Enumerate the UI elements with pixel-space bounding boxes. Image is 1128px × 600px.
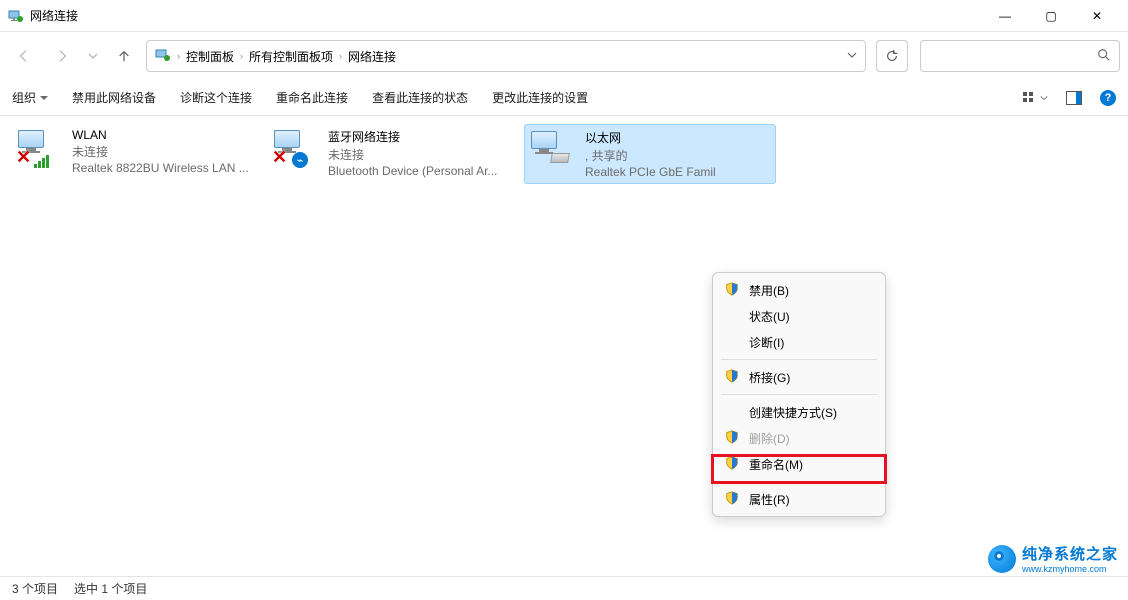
window-title: 网络连接 — [30, 7, 982, 24]
separator — [721, 394, 877, 395]
connection-item-wlan[interactable]: ✕ WLAN 未连接 Realtek 8822BU Wireless LAN .… — [12, 124, 264, 179]
address-dropdown-icon[interactable] — [847, 49, 857, 63]
titlebar: 网络连接 — ▢ ✕ — [0, 0, 1128, 32]
chevron-right-icon: › — [240, 51, 243, 61]
shield-icon — [725, 491, 741, 507]
watermark: 纯净系统之家 www.kzmyhome.com — [988, 543, 1118, 574]
connection-device: Realtek 8822BU Wireless LAN ... — [72, 161, 249, 175]
chevron-right-icon: › — [177, 51, 180, 61]
preview-pane-button[interactable] — [1066, 91, 1082, 105]
ethernet-icon — [529, 129, 577, 171]
shield-icon — [725, 430, 741, 446]
recent-dropdown[interactable] — [84, 40, 102, 72]
shield-icon — [725, 456, 741, 472]
ctx-properties[interactable]: 属性(R) — [713, 486, 885, 512]
window-icon — [8, 8, 24, 24]
window-controls: — ▢ ✕ — [982, 1, 1120, 31]
watermark-url: www.kzmyhome.com — [1022, 564, 1118, 574]
shield-icon — [725, 369, 741, 385]
refresh-button[interactable] — [876, 40, 908, 72]
connections-pane: ✕ WLAN 未连接 Realtek 8822BU Wireless LAN .… — [0, 116, 1128, 576]
address-icon — [155, 47, 171, 66]
item-count: 3 个项目 — [12, 580, 58, 597]
ctx-delete: 删除(D) — [713, 425, 885, 451]
rename-button[interactable]: 重命名此连接 — [276, 89, 348, 106]
breadcrumb-leaf[interactable]: 网络连接 — [348, 48, 396, 65]
view-status-button[interactable]: 查看此连接的状态 — [372, 89, 468, 106]
separator — [721, 481, 877, 482]
context-menu: 禁用(B) 状态(U) 诊断(I) 桥接(G) 创建快捷方式(S) 删除(D) … — [712, 272, 886, 517]
help-button[interactable]: ? — [1100, 90, 1116, 106]
connection-item-ethernet[interactable]: 以太网 , 共享的 Realtek PCIe GbE Famil — [524, 124, 776, 184]
maximize-button[interactable]: ▢ — [1028, 1, 1074, 31]
selected-count: 选中 1 个项目 — [74, 580, 147, 597]
shield-icon — [725, 282, 741, 298]
connection-device: Realtek PCIe GbE Famil — [585, 165, 716, 179]
organize-menu[interactable]: 组织 — [12, 89, 48, 106]
up-button[interactable] — [108, 40, 140, 72]
close-button[interactable]: ✕ — [1074, 1, 1120, 31]
connection-status: 未连接 — [72, 143, 249, 160]
connection-status: 未连接 — [328, 146, 497, 163]
ctx-shortcut[interactable]: 创建快捷方式(S) — [713, 399, 885, 425]
watermark-text: 纯净系统之家 — [1022, 543, 1118, 564]
connection-device: Bluetooth Device (Personal Ar... — [328, 164, 497, 178]
minimize-button[interactable]: — — [982, 1, 1028, 31]
navbar: › 控制面板 › 所有控制面板项 › 网络连接 — [0, 32, 1128, 80]
watermark-logo-icon — [988, 545, 1016, 573]
statusbar: 3 个项目 选中 1 个项目 — [0, 576, 1128, 600]
ctx-rename[interactable]: 重命名(M) — [713, 451, 885, 477]
forward-button[interactable] — [46, 40, 78, 72]
diagnose-button[interactable]: 诊断这个连接 — [180, 89, 252, 106]
search-box[interactable] — [920, 40, 1120, 72]
disable-device-button[interactable]: 禁用此网络设备 — [72, 89, 156, 106]
search-icon — [1097, 48, 1111, 65]
chevron-right-icon: › — [339, 51, 342, 61]
ctx-diagnose[interactable]: 诊断(I) — [713, 329, 885, 355]
command-toolbar: 组织 禁用此网络设备 诊断这个连接 重命名此连接 查看此连接的状态 更改此连接的… — [0, 80, 1128, 116]
view-options-button[interactable] — [1022, 91, 1048, 105]
back-button[interactable] — [8, 40, 40, 72]
connection-name: 以太网 — [585, 129, 716, 146]
separator — [721, 359, 877, 360]
connection-name: WLAN — [72, 128, 249, 142]
ctx-status[interactable]: 状态(U) — [713, 303, 885, 329]
change-settings-button[interactable]: 更改此连接的设置 — [492, 89, 588, 106]
breadcrumb-mid[interactable]: 所有控制面板项 — [249, 48, 333, 65]
connection-status: , 共享的 — [585, 147, 716, 164]
connection-item-bluetooth[interactable]: ✕ ⌁ 蓝牙网络连接 未连接 Bluetooth Device (Persona… — [268, 124, 520, 182]
breadcrumb-root[interactable]: 控制面板 — [186, 48, 234, 65]
bluetooth-icon: ✕ ⌁ — [272, 128, 320, 170]
connection-name: 蓝牙网络连接 — [328, 128, 497, 145]
address-bar[interactable]: › 控制面板 › 所有控制面板项 › 网络连接 — [146, 40, 866, 72]
wlan-icon: ✕ — [16, 128, 64, 170]
ctx-bridge[interactable]: 桥接(G) — [713, 364, 885, 390]
ctx-disable[interactable]: 禁用(B) — [713, 277, 885, 303]
